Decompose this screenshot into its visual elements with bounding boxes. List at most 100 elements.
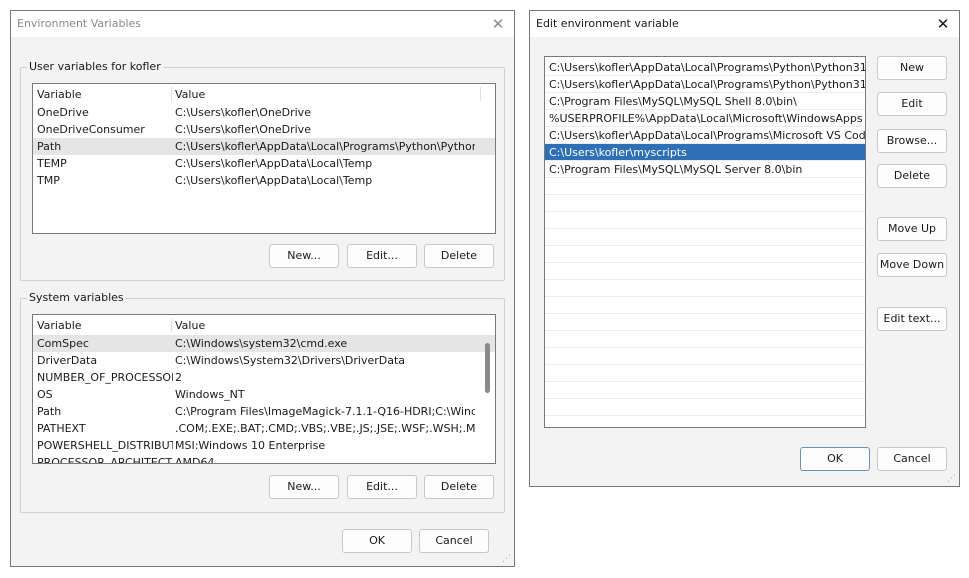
resize-grip-icon[interactable]: ⋰	[502, 554, 512, 564]
variable-name: NUMBER_OF_PROCESSORS	[37, 371, 173, 384]
ok-button[interactable]: OK	[342, 529, 412, 553]
scrollbar-thumb[interactable]	[485, 343, 490, 393]
variable-value: C:\Users\kofler\AppData\Local\Temp	[175, 174, 373, 187]
variable-name: Path	[37, 140, 62, 153]
new-button[interactable]: New	[877, 56, 947, 80]
column-header-value[interactable]: Value	[175, 317, 475, 334]
dialog-title: Edit environment variable	[536, 17, 679, 30]
table-row[interactable]: PATHEXT .COM;.EXE;.BAT;.CMD;.VBS;.VBE;.J…	[33, 420, 495, 437]
variable-value: C:\Windows\System32\Drivers\DriverData	[175, 354, 406, 367]
system-variables-list[interactable]: Variable Value ComSpec C:\Windows\system…	[32, 314, 496, 464]
variable-value: C:\Program Files\ImageMagick-7.1.1-Q16-H…	[175, 405, 475, 418]
table-row[interactable]: NUMBER_OF_PROCESSORS 2	[33, 369, 495, 386]
variable-value: C:\Users\kofler\OneDrive	[175, 123, 311, 136]
list-item[interactable]: C:\Program Files\MySQL\MySQL Shell 8.0\b…	[545, 93, 865, 110]
empty-list-row	[545, 195, 865, 212]
list-item[interactable]: C:\Users\kofler\AppData\Local\Programs\P…	[545, 59, 865, 76]
cancel-button[interactable]: Cancel	[419, 529, 489, 553]
column-header-variable[interactable]: Variable	[37, 317, 173, 334]
variable-value: C:\Users\kofler\OneDrive	[175, 106, 311, 119]
empty-list-row	[545, 212, 865, 229]
variable-name: OneDrive	[37, 106, 89, 119]
variable-value: C:\Users\kofler\AppData\Local\Programs\P…	[175, 140, 475, 153]
user-new-button[interactable]: New...	[269, 244, 339, 268]
table-row[interactable]: TEMP C:\Users\kofler\AppData\Local\Temp	[33, 155, 495, 172]
ok-button[interactable]: OK	[800, 447, 870, 471]
cancel-button[interactable]: Cancel	[877, 447, 947, 471]
table-row[interactable]: PROCESSOR_ARCHITECTU... AMD64	[33, 454, 495, 464]
empty-list-row	[545, 280, 865, 297]
table-row[interactable]: Path C:\Users\kofler\AppData\Local\Progr…	[33, 138, 495, 155]
edit-button[interactable]: Edit	[877, 92, 947, 116]
variable-name: Path	[37, 405, 62, 418]
move-up-button[interactable]: Move Up	[877, 217, 947, 241]
system-new-button[interactable]: New...	[269, 475, 339, 499]
empty-list-row	[545, 365, 865, 382]
list-item-selected[interactable]: C:\Users\kofler\myscripts	[545, 144, 865, 161]
system-variables-group: System variables Variable Value ComSpec …	[20, 291, 505, 513]
empty-list-row	[545, 229, 865, 246]
list-item[interactable]: C:\Program Files\MySQL\MySQL Server 8.0\…	[545, 161, 865, 178]
variable-name: TEMP	[37, 157, 67, 170]
variable-name: ComSpec	[37, 337, 89, 350]
table-row[interactable]: ComSpec C:\Windows\system32\cmd.exe	[33, 335, 495, 352]
table-row[interactable]: OneDrive C:\Users\kofler\OneDrive	[33, 104, 495, 121]
empty-list-row	[545, 297, 865, 314]
variable-name: PROCESSOR_ARCHITECTU...	[37, 456, 173, 464]
column-header-variable[interactable]: Variable	[37, 86, 173, 103]
list-item[interactable]: %USERPROFILE%\AppData\Local\Microsoft\Wi…	[545, 110, 865, 127]
list-item[interactable]: C:\Users\kofler\AppData\Local\Programs\M…	[545, 127, 865, 144]
empty-list-row	[545, 382, 865, 399]
browse-button[interactable]: Browse...	[877, 129, 947, 153]
variable-value: AMD64	[175, 456, 215, 464]
title-bar: Environment Variables ✕	[11, 11, 514, 37]
variable-name: POWERSHELL_DISTRIBUTI...	[37, 439, 173, 452]
user-delete-button[interactable]: Delete	[424, 244, 494, 268]
system-delete-button[interactable]: Delete	[424, 475, 494, 499]
empty-list-row	[545, 246, 865, 263]
variable-name: DriverData	[37, 354, 98, 367]
close-icon[interactable]: ✕	[490, 11, 506, 37]
user-variables-group: User variables for kofler Variable Value…	[20, 60, 505, 281]
variable-name: OS	[37, 388, 53, 401]
title-bar: Edit environment variable ✕	[530, 11, 959, 37]
variable-value: C:\Windows\system32\cmd.exe	[175, 337, 348, 350]
variable-value: C:\Users\kofler\AppData\Local\Temp	[175, 157, 373, 170]
empty-list-row	[545, 178, 865, 195]
table-row[interactable]: DriverData C:\Windows\System32\Drivers\D…	[33, 352, 495, 369]
table-row[interactable]: OneDriveConsumer C:\Users\kofler\OneDriv…	[33, 121, 495, 138]
table-row[interactable]: OS Windows_NT	[33, 386, 495, 403]
empty-list-row	[545, 331, 865, 348]
user-variables-list[interactable]: Variable Value OneDrive C:\Users\kofler\…	[32, 83, 496, 234]
table-row[interactable]: TMP C:\Users\kofler\AppData\Local\Temp	[33, 172, 495, 189]
edit-text-button[interactable]: Edit text...	[877, 307, 947, 331]
empty-list-row	[545, 314, 865, 331]
variable-name: OneDriveConsumer	[37, 123, 145, 136]
empty-list-row	[545, 399, 865, 416]
close-icon[interactable]: ✕	[935, 11, 951, 37]
table-row[interactable]: Path C:\Program Files\ImageMagick-7.1.1-…	[33, 403, 495, 420]
variable-name: TMP	[37, 174, 60, 187]
table-row[interactable]: POWERSHELL_DISTRIBUTI... MSI:Windows 10 …	[33, 437, 495, 454]
path-entries-list[interactable]: C:\Users\kofler\AppData\Local\Programs\P…	[544, 56, 866, 428]
empty-list-row	[545, 348, 865, 365]
environment-variables-dialog: Environment Variables ✕ User variables f…	[10, 10, 515, 567]
move-down-button[interactable]: Move Down	[877, 253, 947, 277]
system-variables-label: System variables	[27, 291, 126, 305]
system-edit-button[interactable]: Edit...	[347, 475, 417, 499]
edit-environment-variable-dialog: Edit environment variable ✕ C:\Users\kof…	[529, 10, 960, 487]
column-header-value[interactable]: Value	[175, 86, 475, 103]
variable-name: PATHEXT	[37, 422, 86, 435]
list-header: Variable Value	[33, 86, 495, 103]
variable-value: 2	[175, 371, 182, 384]
resize-grip-icon[interactable]: ⋰	[947, 474, 957, 484]
delete-button[interactable]: Delete	[877, 164, 947, 188]
list-item[interactable]: C:\Users\kofler\AppData\Local\Programs\P…	[545, 76, 865, 93]
list-header: Variable Value	[33, 317, 495, 334]
user-variables-label: User variables for kofler	[27, 60, 163, 74]
user-edit-button[interactable]: Edit...	[347, 244, 417, 268]
variable-value: MSI:Windows 10 Enterprise	[175, 439, 326, 452]
variable-value: .COM;.EXE;.BAT;.CMD;.VBS;.VBE;.JS;.JSE;.…	[175, 422, 475, 435]
dialog-title: Environment Variables	[17, 17, 142, 30]
variable-value: Windows_NT	[175, 388, 245, 401]
